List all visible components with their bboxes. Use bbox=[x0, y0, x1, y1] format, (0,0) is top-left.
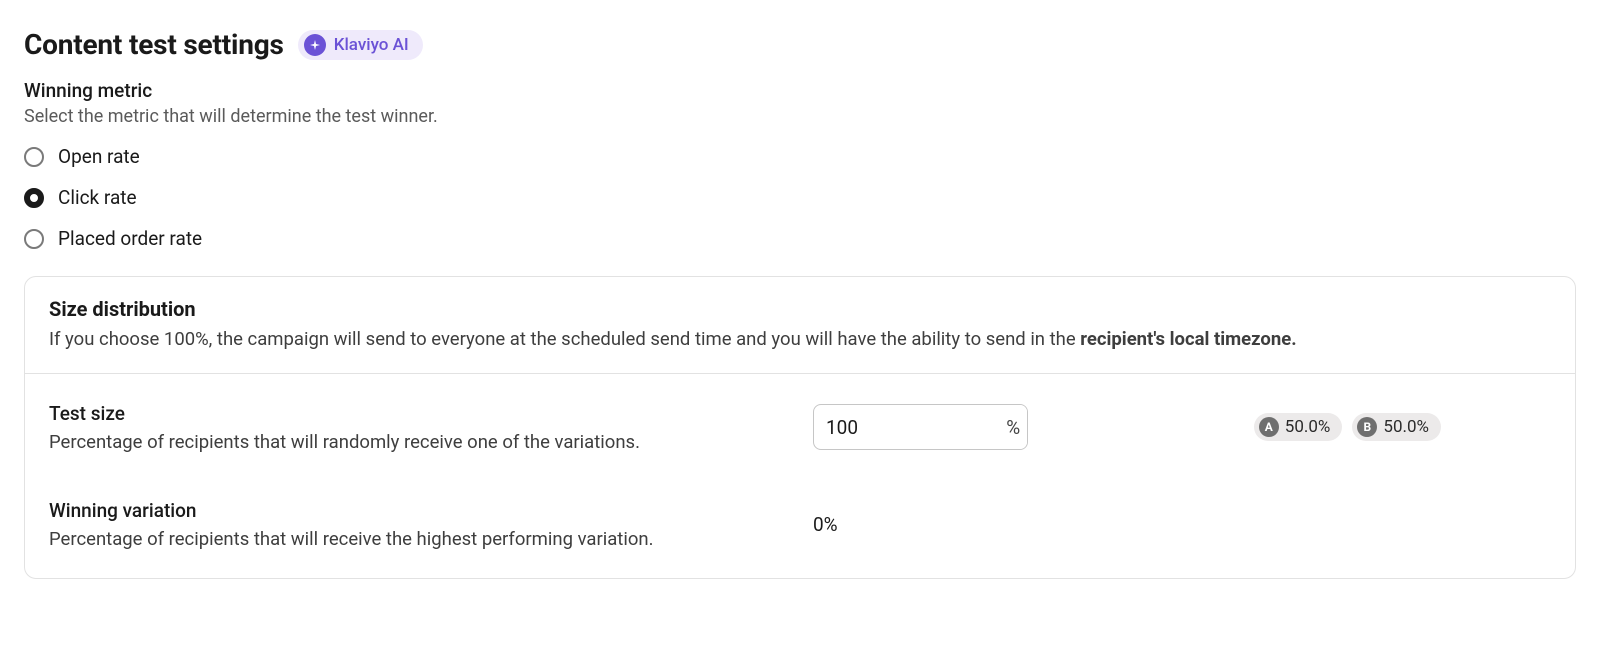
size-distribution-card: Size distribution If you choose 100%, th… bbox=[24, 276, 1576, 579]
variant-letter-a: A bbox=[1259, 417, 1279, 437]
radio-icon bbox=[24, 147, 44, 167]
winning-variation-label: Winning variation bbox=[49, 499, 789, 522]
size-distribution-desc-prefix: If you choose 100%, the campaign will se… bbox=[49, 328, 1080, 350]
winning-metric-help: Select the metric that will determine th… bbox=[24, 106, 1576, 127]
test-size-help: Percentage of recipients that will rando… bbox=[49, 431, 789, 453]
radio-label: Placed order rate bbox=[58, 227, 202, 250]
ai-badge-label: Klaviyo AI bbox=[334, 35, 409, 55]
radio-label: Click rate bbox=[58, 186, 137, 209]
winning-variation-help: Percentage of recipients that will recei… bbox=[49, 528, 789, 550]
size-distribution-desc-bold: recipient's local timezone. bbox=[1080, 328, 1296, 350]
variant-a-pill: A 50.0% bbox=[1254, 413, 1343, 441]
radio-label: Open rate bbox=[58, 145, 140, 168]
percent-suffix: % bbox=[999, 405, 1027, 449]
test-size-label: Test size bbox=[49, 402, 789, 425]
radio-icon bbox=[24, 188, 44, 208]
winning-metric-radio-group: Open rate Click rate Placed order rate bbox=[24, 145, 1576, 250]
klaviyo-ai-badge[interactable]: Klaviyo AI bbox=[298, 30, 423, 60]
radio-placed-order-rate[interactable]: Placed order rate bbox=[24, 227, 1576, 250]
radio-click-rate[interactable]: Click rate bbox=[24, 186, 1576, 209]
page-title: Content test settings bbox=[24, 28, 284, 61]
variant-a-share: 50.0% bbox=[1285, 417, 1331, 437]
test-size-input-wrap: % bbox=[813, 404, 1028, 450]
test-size-input[interactable] bbox=[814, 405, 999, 449]
variant-letter-b: B bbox=[1357, 417, 1377, 437]
header-row: Content test settings Klaviyo AI bbox=[24, 28, 1576, 61]
winning-metric-label: Winning metric bbox=[24, 79, 1576, 102]
sparkle-icon bbox=[304, 34, 326, 56]
size-distribution-title: Size distribution bbox=[49, 297, 1551, 321]
variant-b-pill: B 50.0% bbox=[1352, 413, 1441, 441]
size-distribution-desc: If you choose 100%, the campaign will se… bbox=[49, 327, 1551, 353]
radio-icon bbox=[24, 229, 44, 249]
test-size-section: Test size Percentage of recipients that … bbox=[25, 373, 1575, 578]
winning-variation-value: 0% bbox=[813, 513, 838, 536]
radio-open-rate[interactable]: Open rate bbox=[24, 145, 1576, 168]
variant-b-share: 50.0% bbox=[1383, 417, 1429, 437]
size-distribution-header: Size distribution If you choose 100%, th… bbox=[25, 277, 1575, 373]
